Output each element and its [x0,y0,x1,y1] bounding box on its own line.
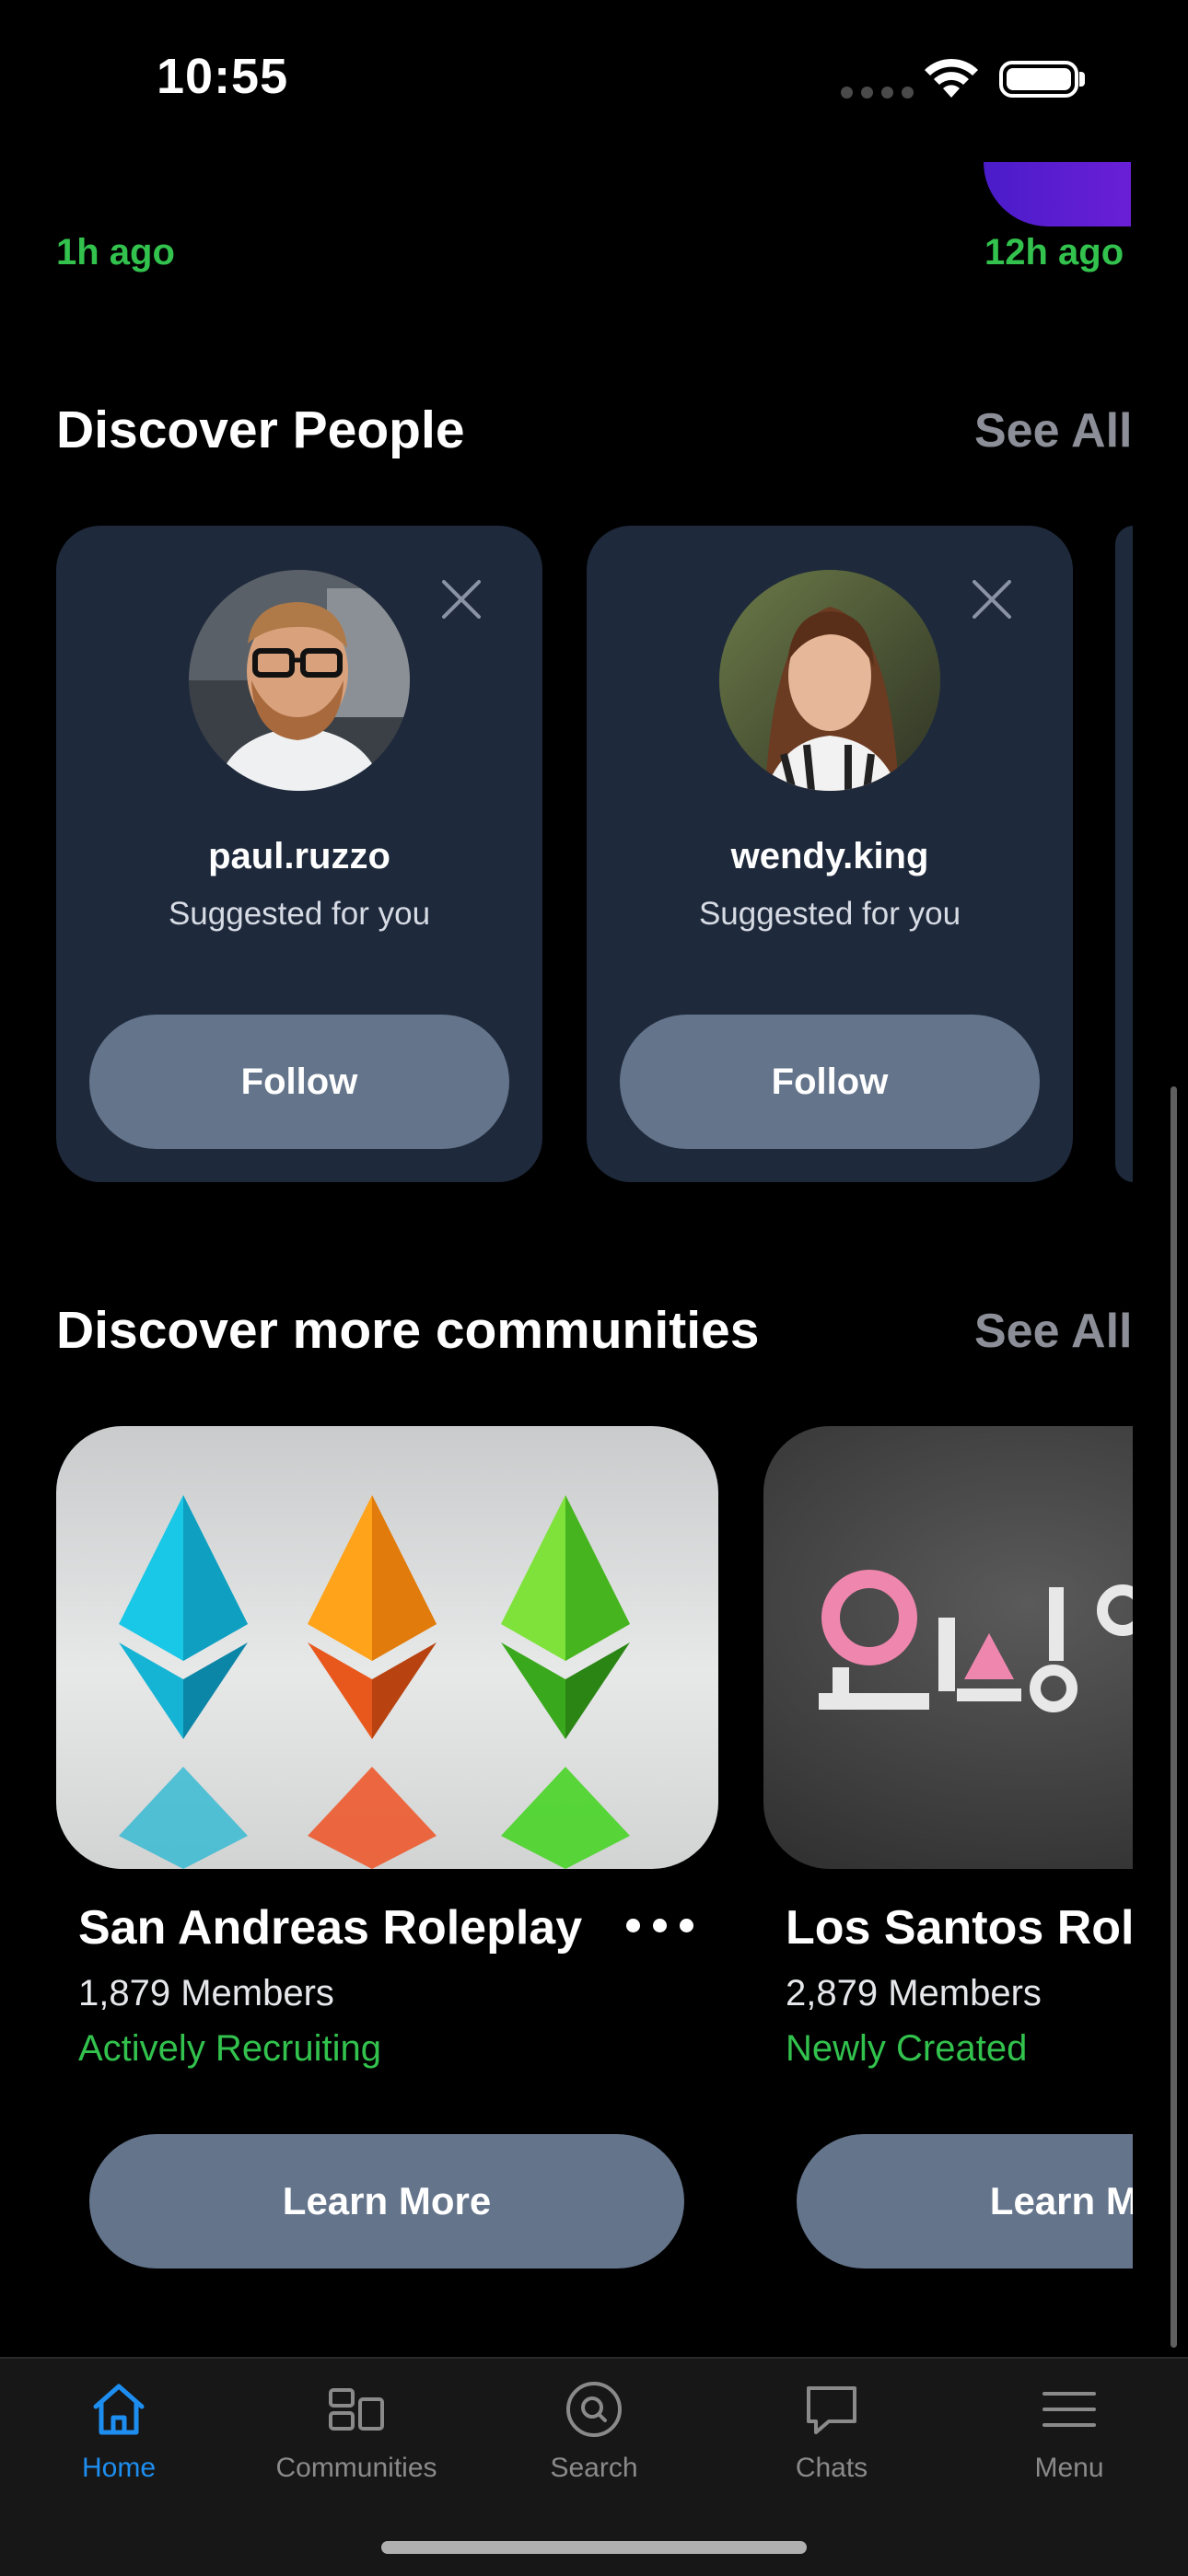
learn-more-button[interactable]: Learn More [797,2134,1133,2269]
person-username: paul.ruzzo [208,836,390,876]
person-username: wendy.king [730,836,929,876]
person-subtitle: Suggested for you [698,896,961,932]
scrollbar[interactable] [1171,1086,1177,2348]
follow-button[interactable]: Follow [620,1015,1040,1149]
tab-label: Search [550,2453,638,2483]
menu-icon [1042,2392,1096,2427]
home-indicator[interactable] [381,2541,807,2554]
person-card[interactable]: paul.ruzzo Suggested for you Follow [56,526,542,1182]
avatar[interactable] [719,570,940,791]
post-thumbnail[interactable] [984,162,1131,226]
tab-search[interactable]: Search [475,2359,713,2524]
tab-label: Communities [275,2453,437,2483]
communities-see-all[interactable]: See All [974,1304,1133,1359]
communities-icon [329,2388,384,2431]
community-status: Newly Created [786,2028,1028,2069]
community-image[interactable] [763,1426,1133,1869]
person-card-peek[interactable] [1115,526,1133,1182]
tab-chats[interactable]: Chats [713,2359,950,2524]
squid-game-logo-image [763,1426,1133,1869]
avatar-wendy-image [719,570,940,791]
person-subtitle: Suggested for you [168,896,431,932]
community-image[interactable] [56,1426,718,1869]
person-card[interactable]: wendy.king Suggested for you Follow [587,526,1073,1182]
dismiss-close-icon[interactable] [969,576,1015,622]
dismiss-close-icon[interactable] [438,576,484,622]
communities-title: Discover more communities [56,1301,760,1360]
community-name[interactable]: Los Santos Roleplay [786,1900,1133,1955]
avatar-paul-image [189,570,410,791]
search-icon [566,2382,622,2437]
chat-icon [807,2386,856,2434]
avatar[interactable] [189,570,410,791]
post-time-left: 1h ago [56,232,175,273]
more-options-icon[interactable] [626,1919,693,1932]
community-name[interactable]: San Andreas Roleplay [78,1900,582,1955]
follow-button[interactable]: Follow [89,1015,509,1149]
community-members: 2,879 Members [786,1973,1042,2013]
discover-people-see-all[interactable]: See All [974,403,1133,458]
scroll-content[interactable]: 1h ago 12h ago Discover People See All p… [0,0,1133,2574]
community-members: 1,879 Members [78,1973,334,2013]
learn-more-button[interactable]: Learn More [89,2134,684,2269]
tab-communities[interactable]: Communities [238,2359,475,2524]
post-time-right: 12h ago [984,232,1124,273]
tab-menu[interactable]: Menu [950,2359,1188,2524]
ethereum-crystals-image [56,1426,718,1869]
tab-label: Chats [795,2453,868,2483]
tab-home[interactable]: Home [0,2359,238,2524]
tab-label: Menu [1034,2453,1104,2483]
discover-people-title: Discover People [56,400,465,459]
community-status: Actively Recruiting [78,2028,382,2069]
tab-label: Home [81,2453,157,2483]
home-icon [93,2384,145,2435]
